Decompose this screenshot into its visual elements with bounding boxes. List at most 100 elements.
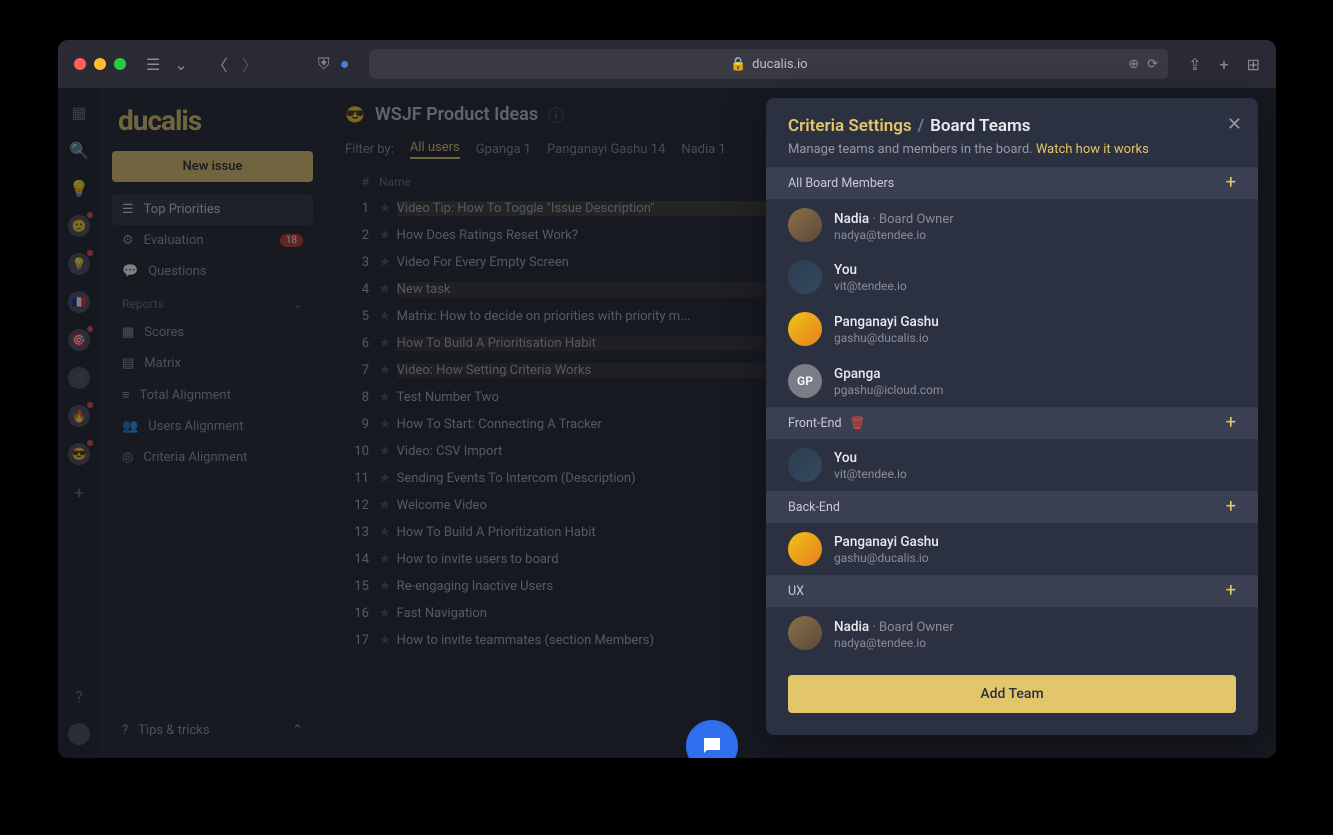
member-row[interactable]: GP Gpangapgashu@icloud.com bbox=[766, 355, 1258, 407]
star-icon[interactable]: ★ bbox=[379, 201, 391, 216]
chat-bubble-icon bbox=[700, 734, 724, 758]
star-icon[interactable]: ★ bbox=[379, 633, 391, 648]
nav-evaluation[interactable]: ⚙Evaluation18 bbox=[112, 225, 313, 256]
member-row[interactable]: Nadia · Board Ownernadya@tendee.io bbox=[766, 199, 1258, 251]
nav-criteria-alignment[interactable]: ◎Criteria Alignment bbox=[112, 442, 313, 473]
star-icon[interactable]: ★ bbox=[379, 390, 391, 405]
section-all-members: All Board Members + bbox=[766, 167, 1258, 199]
nav-matrix[interactable]: ▤Matrix bbox=[112, 348, 313, 379]
row-index: 1 bbox=[345, 201, 379, 216]
matrix-icon: ▤ bbox=[122, 356, 134, 371]
add-member-icon[interactable]: + bbox=[1226, 498, 1236, 516]
breadcrumb-criteria[interactable]: Criteria Settings bbox=[788, 116, 912, 136]
row-index: 9 bbox=[345, 417, 379, 432]
row-index: 6 bbox=[345, 336, 379, 351]
member-row[interactable]: Youvit@tendee.io bbox=[766, 439, 1258, 491]
star-icon[interactable]: ★ bbox=[379, 336, 391, 351]
star-icon[interactable]: ★ bbox=[379, 444, 391, 459]
chevron-down-icon: ⌄ bbox=[293, 297, 303, 311]
back-icon[interactable]: 〈 bbox=[212, 52, 228, 76]
watch-link[interactable]: Watch how it works bbox=[1036, 142, 1149, 157]
apps-icon[interactable]: ▦ bbox=[67, 100, 91, 124]
star-icon[interactable]: ★ bbox=[379, 255, 391, 270]
rail-avatar-3[interactable]: 🇫🇷 bbox=[67, 290, 91, 314]
row-index: 16 bbox=[345, 606, 379, 621]
star-icon[interactable]: ★ bbox=[379, 282, 391, 297]
avatar bbox=[788, 448, 822, 482]
chat-icon: 💬 bbox=[122, 264, 138, 279]
star-icon[interactable]: ★ bbox=[379, 471, 391, 486]
star-icon[interactable]: ★ bbox=[379, 309, 391, 324]
nav-section-reports[interactable]: Reports⌄ bbox=[112, 287, 313, 317]
trash-icon[interactable]: 🗑 bbox=[850, 416, 866, 431]
rail-avatar-5[interactable]: ⏱ bbox=[67, 366, 91, 390]
filter-gpanga[interactable]: Gpanga 1 bbox=[476, 142, 531, 157]
search-icon[interactable]: 🔍 bbox=[67, 138, 91, 162]
add-team-button[interactable]: Add Team bbox=[788, 675, 1236, 713]
nav-scores[interactable]: ▦Scores bbox=[112, 317, 313, 348]
reload-icon[interactable]: ⟳ bbox=[1147, 57, 1158, 72]
filter-nadia[interactable]: Nadia 1 bbox=[681, 142, 725, 157]
nav-users-alignment[interactable]: 👥Users Alignment bbox=[112, 411, 313, 442]
address-bar[interactable]: 🔒 ducalis.io ⊕ ⟳ bbox=[369, 49, 1168, 79]
user-avatar[interactable] bbox=[67, 722, 91, 746]
filter-panganayi[interactable]: Panganayi Gashu 14 bbox=[547, 142, 665, 157]
rail-avatar-1[interactable]: 🙂 bbox=[67, 214, 91, 238]
star-icon[interactable]: ★ bbox=[379, 525, 391, 540]
rail-avatar-6[interactable]: 🔥 bbox=[67, 404, 91, 428]
sidebar-toggle-icon[interactable]: ☰ bbox=[146, 55, 160, 74]
new-issue-button[interactable]: New issue bbox=[112, 151, 313, 182]
add-member-icon[interactable]: + bbox=[1226, 582, 1236, 600]
add-member-icon[interactable]: + bbox=[1226, 414, 1236, 432]
new-tab-icon[interactable]: + bbox=[1220, 55, 1229, 74]
info-icon[interactable]: ⓘ bbox=[548, 102, 564, 126]
shield-icon[interactable]: ⛨ bbox=[318, 54, 330, 74]
rail-avatar-7[interactable]: 😎 bbox=[67, 442, 91, 466]
member-row[interactable]: Nadia · Board Ownernadya@tendee.io bbox=[766, 607, 1258, 659]
left-rail: ▦ 🔍 💡 🙂 💡 🇫🇷 🎯 ⏱ 🔥 😎 + ? bbox=[58, 88, 100, 758]
row-index: 2 bbox=[345, 228, 379, 243]
maximize-window-icon[interactable] bbox=[114, 58, 126, 70]
sliders-icon: ⚙ bbox=[122, 233, 134, 248]
board-title: WSJF Product Ideas bbox=[375, 104, 538, 125]
rail-avatar-4[interactable]: 🎯 bbox=[67, 328, 91, 352]
nav-top-priorities[interactable]: ☰Top Priorities bbox=[112, 194, 313, 225]
add-workspace-icon[interactable]: + bbox=[67, 480, 91, 504]
tabs-overview-icon[interactable]: ⊞ bbox=[1247, 55, 1260, 74]
star-icon[interactable]: ★ bbox=[379, 552, 391, 567]
filter-label: Filter by: bbox=[345, 142, 394, 157]
url-text: ducalis.io bbox=[752, 57, 807, 72]
browser-window: ☰ ⌄ 〈 〉 ⛨ ● 🔒 ducalis.io ⊕ ⟳ ⇪ + ⊞ ▦ 🔍 💡… bbox=[58, 40, 1276, 758]
row-index: 13 bbox=[345, 525, 379, 540]
star-icon[interactable]: ★ bbox=[379, 606, 391, 621]
section-ux: UX + bbox=[766, 575, 1258, 607]
filter-all-users[interactable]: All users bbox=[410, 140, 460, 159]
star-icon[interactable]: ★ bbox=[379, 417, 391, 432]
bulb-icon[interactable]: 💡 bbox=[67, 176, 91, 200]
share-icon[interactable]: ⇪ bbox=[1188, 55, 1201, 74]
board-teams-modal: ✕ Criteria Settings / Board Teams Manage… bbox=[766, 98, 1258, 735]
chevron-down-icon[interactable]: ⌄ bbox=[174, 55, 187, 74]
modal-subtitle: Manage teams and members in the board. W… bbox=[788, 142, 1236, 157]
translate-icon[interactable]: ⊕ bbox=[1128, 57, 1139, 72]
close-icon[interactable]: ✕ bbox=[1227, 114, 1242, 135]
nav-questions[interactable]: 💬Questions bbox=[112, 256, 313, 287]
member-row[interactable]: Youvit@tendee.io bbox=[766, 251, 1258, 303]
star-icon[interactable]: ★ bbox=[379, 579, 391, 594]
nav-total-alignment[interactable]: ≡Total Alignment bbox=[112, 379, 313, 411]
add-member-icon[interactable]: + bbox=[1226, 174, 1236, 192]
star-icon[interactable]: ★ bbox=[379, 228, 391, 243]
modal-title: Criteria Settings / Board Teams bbox=[788, 116, 1236, 136]
star-icon[interactable]: ★ bbox=[379, 498, 391, 513]
rail-avatar-2[interactable]: 💡 bbox=[67, 252, 91, 276]
nav-tips[interactable]: ?Tips & tricks⌃ bbox=[112, 715, 313, 746]
logo: ducalis bbox=[112, 100, 313, 151]
help-icon[interactable]: ? bbox=[67, 684, 91, 708]
password-manager-icon[interactable]: ● bbox=[340, 54, 350, 74]
avatar bbox=[788, 260, 822, 294]
star-icon[interactable]: ★ bbox=[379, 363, 391, 378]
member-row[interactable]: Panganayi Gashugashu@ducalis.io bbox=[766, 523, 1258, 575]
close-window-icon[interactable] bbox=[74, 58, 86, 70]
minimize-window-icon[interactable] bbox=[94, 58, 106, 70]
member-row[interactable]: Panganayi Gashugashu@ducalis.io bbox=[766, 303, 1258, 355]
